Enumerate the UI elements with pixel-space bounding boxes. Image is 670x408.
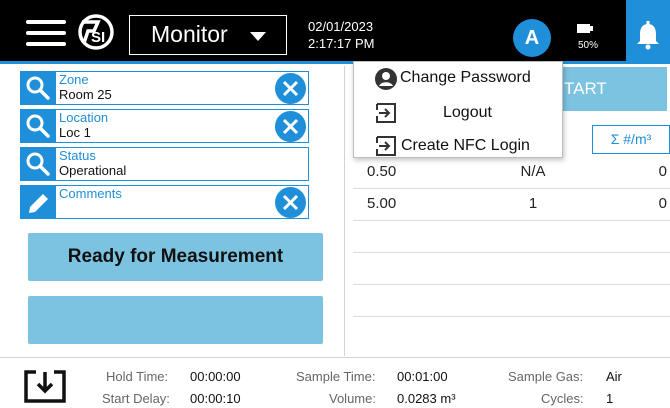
create-nfc-login-label: Create NFC Login [401,137,530,154]
sample-time-label: Sample Time: [296,369,376,384]
svg-text:SI: SI [91,29,105,46]
search-icon[interactable] [21,72,56,104]
table-row: 0.50 N/A 0 [353,157,670,189]
battery-percent: 50% [578,40,599,51]
cycles-label: Cycles: [541,391,584,406]
start-delay-value: 00:00:10 [190,391,241,406]
hold-time-value: 00:00:00 [190,369,241,384]
sum-units-button[interactable]: Σ #/m³ [592,125,670,154]
mode-dropdown[interactable]: Monitor [129,15,287,55]
panel-divider [344,66,345,356]
search-icon[interactable] [21,148,56,180]
tsi-logo: SI [78,14,114,50]
secondary-action-button[interactable] [28,296,323,344]
download-icon[interactable] [22,368,68,404]
cycles-value: 1 [606,391,614,406]
close-icon [282,80,299,97]
footer-divider [0,357,670,358]
sum-cell: 0 [658,195,667,212]
logout-item[interactable]: Logout [354,96,562,128]
date-text: 02/01/2023 [308,19,374,34]
change-password-item[interactable]: Change Password [354,62,562,94]
logout-label: Logout [443,104,492,121]
volume-value: 0.0283 m³ [397,391,456,406]
battery-icon: 50% [570,18,610,58]
hold-time-label: Hold Time: [106,369,169,384]
sample-gas-value: Air [606,369,622,384]
status-value: Operational [59,163,127,178]
value-cell: N/A [520,163,546,180]
close-icon [282,194,299,211]
login-icon [376,136,396,156]
size-cell: 0.50 [367,163,397,180]
bell-icon [637,21,659,50]
location-field[interactable]: Location Loc 1 [20,109,309,143]
pencil-icon[interactable] [21,186,56,218]
location-label: Location [59,110,109,125]
top-bar: SI Monitor 02/01/2023 2:17:17 PM A 50% [0,0,670,64]
zone-field[interactable]: Zone Room 25 [20,71,309,105]
user-avatar[interactable]: A [513,19,551,57]
comments-label: Comments [59,186,122,201]
date-time: 02/01/2023 2:17:17 PM [308,18,375,52]
search-icon[interactable] [21,110,56,142]
zone-value: Room 25 [59,87,112,102]
start-delay-label: Start Delay: [102,391,170,406]
table-row [353,285,670,317]
notifications-button[interactable] [626,0,670,64]
comments-field[interactable]: Comments [20,185,309,219]
user-menu: Change Password Logout Create NFC Login [353,61,563,158]
value-cell: 1 [528,195,538,212]
ready-for-measurement-button[interactable]: Ready for Measurement [28,233,323,281]
clear-location-button[interactable] [275,111,306,142]
user-icon [375,68,397,90]
sum-cell: 0 [658,163,667,180]
sample-gas-label: Sample Gas: [508,369,584,384]
table-row: 5.00 1 0 [353,189,670,221]
table-row [353,221,670,253]
zone-label: Zone [59,72,89,87]
status-label: Status [59,148,96,163]
status-field[interactable]: Status Operational [20,147,309,181]
time-text: 2:17:17 PM [308,36,375,51]
mode-dropdown-label: Monitor [151,21,228,47]
close-icon [282,118,299,135]
sample-time-value: 00:01:00 [397,369,448,384]
clear-comments-button[interactable] [275,187,306,218]
create-nfc-login-item[interactable]: Create NFC Login [354,129,562,161]
change-password-label: Change Password [400,69,531,86]
chevron-down-icon [250,32,266,41]
table-row [353,253,670,285]
logout-icon [376,103,396,123]
clear-zone-button[interactable] [275,73,306,104]
volume-label: Volume: [329,391,376,406]
size-cell: 5.00 [367,195,397,212]
location-value: Loc 1 [59,125,91,140]
menu-icon[interactable] [26,20,66,46]
